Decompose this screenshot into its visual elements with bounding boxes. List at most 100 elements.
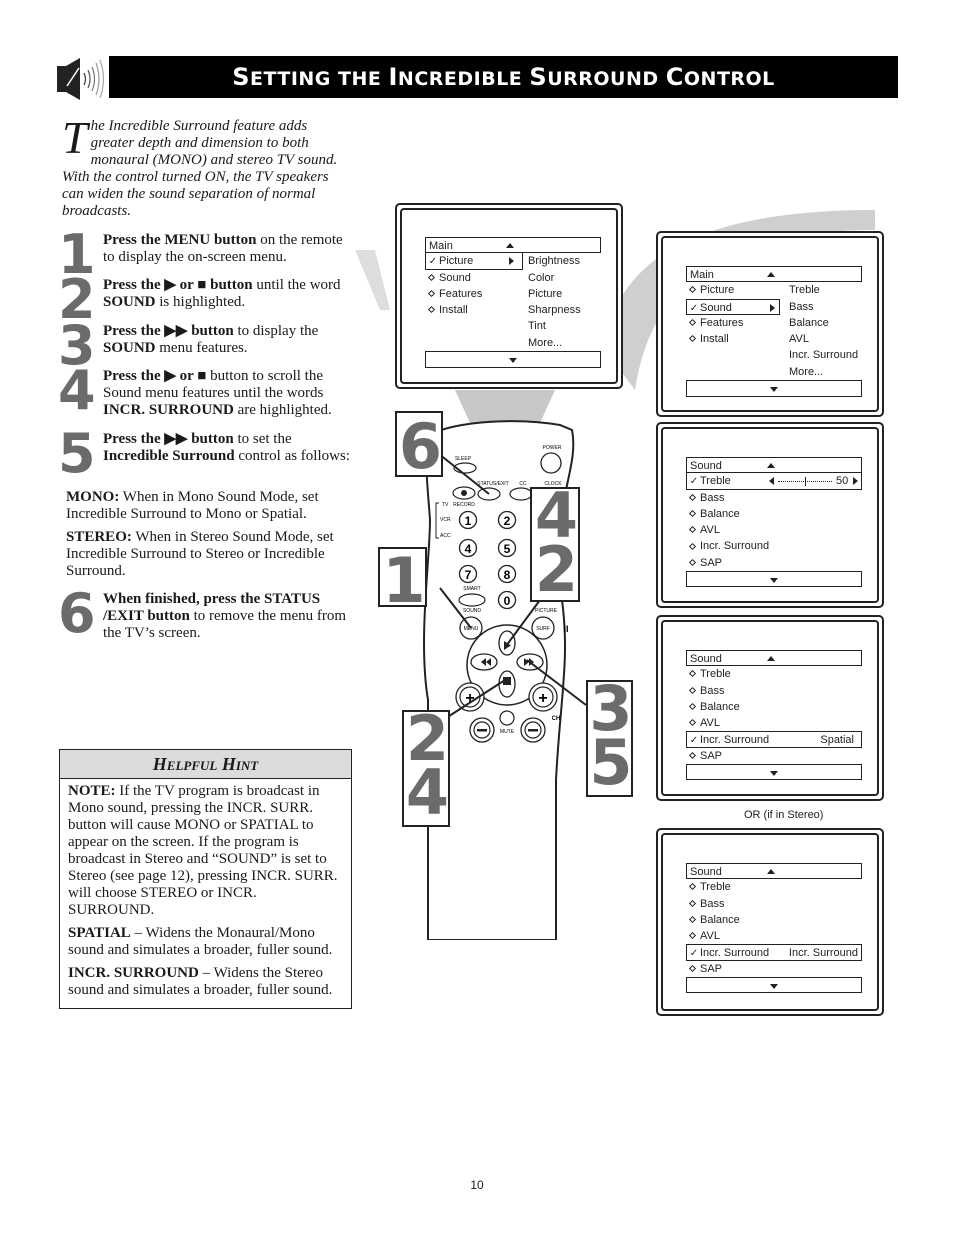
picture-label: PICTURE bbox=[535, 608, 558, 614]
callout-step-1: 1 bbox=[378, 547, 427, 613]
treble-value: 50 bbox=[836, 475, 849, 488]
menu-header: Sound bbox=[686, 457, 862, 474]
menu-item-treble[interactable]: ✓ Treble 50 bbox=[686, 473, 862, 490]
stereo-mode-text: STEREO: When in Stereo Sound Mode, set I… bbox=[66, 529, 334, 579]
slider-thumb[interactable] bbox=[805, 477, 806, 487]
tv-screen-sound-spatial: Sound Treble Bass Balance AVL ✓ Incr. Sur… bbox=[656, 615, 884, 801]
menu-item-features[interactable]: Features bbox=[686, 315, 780, 331]
diamond-icon bbox=[688, 670, 697, 678]
status-exit-label: STATUS/EXIT bbox=[477, 481, 508, 487]
power-label: POWER bbox=[543, 445, 562, 451]
speaker-icon bbox=[55, 58, 107, 100]
menu-item-bass[interactable]: Bass bbox=[686, 896, 862, 912]
step-4: 4 Press the ▶ or ■ button to scroll the … bbox=[58, 359, 358, 422]
menu-item-incr-surround[interactable]: Incr. Surround bbox=[686, 538, 862, 554]
menu-item-sound[interactable]: ✓ Sound bbox=[686, 298, 780, 315]
menu-item-balance[interactable]: Balance bbox=[686, 506, 862, 522]
menu-item-incr-surround[interactable]: ✓ Incr. Surround Incr. Surround bbox=[686, 944, 862, 961]
onscreen-menu: Main Picture ✓ Sound Features Install Tre… bbox=[686, 266, 862, 397]
menu-item-sap[interactable]: SAP bbox=[686, 555, 862, 571]
menu-item-balance[interactable]: Balance bbox=[686, 699, 862, 715]
submenu-item: Balance bbox=[789, 316, 829, 329]
up-arrow-icon bbox=[767, 463, 775, 468]
diamond-icon bbox=[688, 964, 697, 972]
step-text: Press the MENU button on the remote to d… bbox=[103, 232, 343, 265]
svg-text:4: 4 bbox=[465, 542, 472, 556]
menu-footer bbox=[686, 764, 862, 781]
page-title: SETTING THE INCREDIBLE SURROUND CONTROL bbox=[232, 63, 775, 91]
svg-text:7: 7 bbox=[465, 568, 472, 582]
svg-text:2: 2 bbox=[504, 514, 511, 528]
right-arrow-icon[interactable] bbox=[853, 477, 858, 486]
down-arrow-icon bbox=[770, 387, 778, 393]
menu-item-incr-surround[interactable]: ✓ Incr. Surround Spatial bbox=[686, 731, 862, 748]
diamond-icon bbox=[688, 686, 697, 694]
dropcap: T bbox=[62, 112, 88, 163]
mute-button[interactable] bbox=[499, 710, 515, 726]
onscreen-menu: Sound ✓ Treble 50 Bass Balance AVL Incr. … bbox=[686, 457, 862, 588]
power-button[interactable] bbox=[540, 452, 562, 474]
down-arrow-icon bbox=[770, 771, 778, 777]
diamond-icon bbox=[688, 702, 697, 711]
incr-surround-value: Incr. Surround bbox=[788, 947, 858, 960]
pause-icon: II bbox=[563, 624, 568, 634]
submenu-item: More... bbox=[789, 365, 824, 378]
step-2: 2 Press the ▶ or ■ button until the word… bbox=[58, 273, 358, 327]
diamond-icon bbox=[688, 751, 697, 759]
menu-item-treble[interactable]: Treble bbox=[686, 879, 862, 895]
treble-slider[interactable] bbox=[778, 477, 832, 487]
menu-left-column: Picture ✓ Sound Features Install bbox=[686, 282, 780, 347]
diamond-icon bbox=[688, 883, 697, 891]
up-arrow-icon bbox=[767, 869, 775, 874]
cc-button[interactable] bbox=[509, 487, 533, 501]
step-text: Press the ▶▶ button to display the SOUND… bbox=[103, 323, 319, 356]
callout-steps-3-5: 3 5 bbox=[586, 678, 633, 797]
diamond-icon bbox=[688, 899, 697, 907]
menu-header: Sound bbox=[686, 650, 862, 667]
cc-label: CC bbox=[519, 481, 527, 487]
menu-item-install[interactable]: Install bbox=[686, 331, 780, 347]
menu-item-bass[interactable]: Bass bbox=[686, 490, 862, 506]
diamond-icon bbox=[688, 542, 697, 550]
diamond-icon bbox=[688, 318, 697, 327]
menu-item-sap[interactable]: SAP bbox=[686, 748, 862, 764]
callout-step-6: 6 bbox=[395, 411, 443, 481]
submenu-item: AVL bbox=[789, 333, 809, 346]
smart-sound-button[interactable] bbox=[458, 593, 486, 607]
diamond-icon bbox=[688, 335, 697, 343]
menu-item-avl[interactable]: AVL bbox=[686, 715, 862, 731]
submenu-item: Treble bbox=[789, 284, 820, 297]
menu-header: Main bbox=[686, 266, 862, 283]
diamond-icon bbox=[688, 493, 697, 501]
incr-surround-value: Spatial bbox=[820, 734, 854, 747]
diamond-icon bbox=[688, 932, 697, 940]
menu-item-bass[interactable]: Bass bbox=[686, 683, 862, 699]
sound-label: SOUND bbox=[463, 608, 481, 614]
ch-label: CH bbox=[552, 716, 561, 722]
title-bar: SETTING THE INCREDIBLE SURROUND CONTROL bbox=[109, 56, 898, 98]
menu-item-treble[interactable]: Treble bbox=[686, 666, 862, 682]
right-arrow-icon bbox=[770, 303, 775, 312]
menu-item-avl[interactable]: AVL bbox=[686, 928, 862, 944]
up-arrow-icon bbox=[767, 272, 775, 277]
sleep-label: SLEEP bbox=[455, 456, 472, 462]
diamond-icon bbox=[688, 286, 697, 294]
helpful-hint-box: Helpful Hint NOTE: If the TV program is … bbox=[59, 749, 352, 1009]
hint-title: Helpful Hint bbox=[60, 750, 351, 779]
onscreen-menu: Sound Treble Bass Balance AVL ✓ Incr. Sur… bbox=[686, 863, 862, 994]
vcr-label: VCR bbox=[440, 517, 451, 523]
svg-text:SURF: SURF bbox=[536, 626, 550, 632]
callout-steps-2-4: 2 4 bbox=[402, 708, 450, 827]
menu-item-avl[interactable]: AVL bbox=[686, 522, 862, 538]
left-arrow-icon[interactable] bbox=[769, 477, 774, 486]
menu-item-balance[interactable]: Balance bbox=[686, 912, 862, 928]
step-6: 6 When finished, press the STATUS /EXIT … bbox=[58, 587, 358, 642]
step-text: Press the ▶▶ button to set the Incredibl… bbox=[103, 431, 350, 464]
step-number: 4 bbox=[58, 359, 96, 422]
menu-item-sap[interactable]: SAP bbox=[686, 961, 862, 977]
step-5: 5 Press the ▶▶ button to set the Incredi… bbox=[58, 427, 358, 481]
diamond-icon bbox=[688, 915, 697, 924]
hint-incr-surround: INCR. SURROUND – Widens the Stereo sound… bbox=[68, 965, 333, 998]
menu-footer bbox=[686, 380, 862, 397]
menu-item-picture[interactable]: Picture bbox=[686, 282, 780, 298]
